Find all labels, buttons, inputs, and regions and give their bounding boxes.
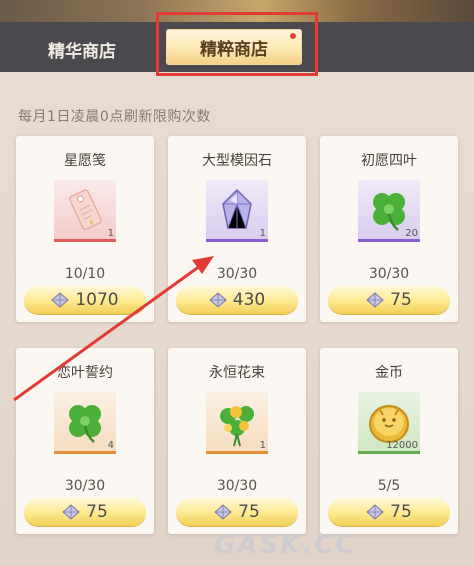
purchase-limit: 10/10 [64, 266, 106, 282]
shop-item-card[interactable]: 金币 12000 5/5 75 [320, 348, 458, 534]
diamond-gem-icon [214, 504, 232, 520]
item-name: 恋叶誓约 [57, 365, 113, 381]
diamond-gem-icon [51, 292, 70, 308]
diamond-gem-icon [209, 292, 227, 308]
item-price: 75 [390, 290, 412, 310]
item-name: 永恒花束 [209, 365, 265, 381]
shop-item-card[interactable]: 恋叶誓约 4 30/30 75 [16, 348, 154, 534]
item-count: 1 [259, 228, 266, 239]
item-count: 20 [405, 228, 418, 239]
item-name: 金币 [375, 365, 403, 381]
buy-button[interactable]: 75 [328, 498, 450, 526]
shop-item-card[interactable]: 大型模因石 1 30/30 430 [168, 136, 306, 322]
buy-button[interactable]: 75 [176, 498, 298, 526]
item-price: 430 [232, 290, 266, 310]
item-count: 1 [107, 228, 114, 239]
shop-item-card[interactable]: 永恒花束 1 30/30 75 [168, 348, 306, 534]
purchase-limit: 30/30 [216, 266, 258, 282]
item-price: 1070 [75, 290, 119, 310]
item-icon-frame: 1 [206, 180, 268, 242]
item-count: 1 [259, 440, 266, 451]
buy-button[interactable]: 75 [328, 286, 450, 314]
item-name: 星愿笺 [64, 153, 106, 169]
shop-item-card[interactable]: 星愿笺 1 10/10 1070 [16, 136, 154, 322]
purchase-limit: 30/30 [64, 478, 106, 494]
tab-essence-shop[interactable]: 精华商店 [20, 32, 144, 66]
item-icon-frame: 4 [54, 392, 116, 454]
refresh-note: 每月1日凌晨0点刷新限购次数 [18, 109, 211, 125]
item-count: 12000 [386, 440, 418, 451]
item-icon-frame: 12000 [358, 392, 420, 454]
item-price: 75 [86, 502, 108, 522]
item-icon-frame: 20 [358, 180, 420, 242]
buy-button[interactable]: 75 [24, 498, 146, 526]
diamond-gem-icon [366, 504, 384, 520]
buy-button[interactable]: 430 [176, 286, 298, 314]
item-icon-frame: 1 [206, 392, 268, 454]
watermark: GASK.CC [214, 530, 357, 560]
diamond-gem-icon [62, 504, 80, 520]
purchase-limit: 30/30 [368, 266, 410, 282]
item-price: 75 [390, 502, 412, 522]
purchase-limit: 5/5 [377, 478, 401, 494]
highlight-box [156, 12, 318, 76]
diamond-gem-icon [366, 292, 384, 308]
shop-item-card[interactable]: 初愿四叶 20 30/30 75 [320, 136, 458, 322]
buy-button[interactable]: 1070 [24, 286, 146, 314]
item-name: 大型模因石 [202, 153, 272, 169]
item-price: 75 [238, 502, 260, 522]
item-name: 初愿四叶 [361, 153, 417, 169]
purchase-limit: 30/30 [216, 478, 258, 494]
item-count: 4 [107, 440, 114, 451]
item-icon-frame: 1 [54, 180, 116, 242]
